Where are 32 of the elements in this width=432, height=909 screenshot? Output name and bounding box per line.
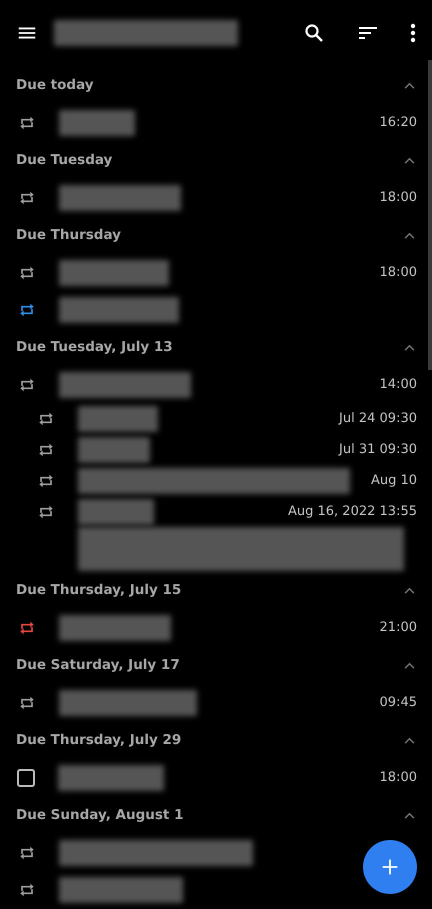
due-time: Aug 16, 2022 13:55 xyxy=(288,504,417,519)
blurred-text xyxy=(78,436,150,462)
due-time: 18:00 xyxy=(380,770,417,785)
due-time: 18:00 xyxy=(380,190,417,205)
chevron-icon[interactable] xyxy=(404,662,415,668)
section-header: Due Tuesday xyxy=(16,152,112,168)
chevron-icon[interactable] xyxy=(404,156,415,164)
chevron-icon[interactable] xyxy=(404,82,415,88)
due-time: Aug 10 xyxy=(370,473,417,488)
section-header: Due Tuesday, July 13 xyxy=(16,339,173,355)
chevron-icon[interactable] xyxy=(404,232,415,238)
due-time: 16:20 xyxy=(380,115,417,130)
chevron-icon[interactable] xyxy=(404,812,415,818)
chevron-icon[interactable] xyxy=(404,344,415,350)
due-time: Jul 24 09:30 xyxy=(339,411,417,426)
scrollbar[interactable] xyxy=(428,60,432,370)
section-header: Due Thursday, July 15 xyxy=(16,582,182,598)
due-time: 21:00 xyxy=(380,620,417,635)
checkbox[interactable] xyxy=(17,768,35,786)
section-header: Due Sunday, August 1 xyxy=(16,807,184,823)
section-header: Due today xyxy=(16,77,94,93)
section-header: Due Saturday, July 17 xyxy=(16,657,180,673)
due-time: Jul 31 09:30 xyxy=(339,442,417,457)
due-time: 18:00 xyxy=(380,265,417,280)
section-header: Due Thursday xyxy=(16,227,121,243)
due-time: 09:45 xyxy=(380,695,417,710)
add-button[interactable] xyxy=(363,840,417,894)
more-icon[interactable] xyxy=(410,21,416,45)
due-time: 14:00 xyxy=(380,377,417,392)
section-header: Due Thursday, July 29 xyxy=(16,732,182,748)
chevron-icon[interactable] xyxy=(404,736,415,744)
chevron-icon[interactable] xyxy=(404,586,415,594)
